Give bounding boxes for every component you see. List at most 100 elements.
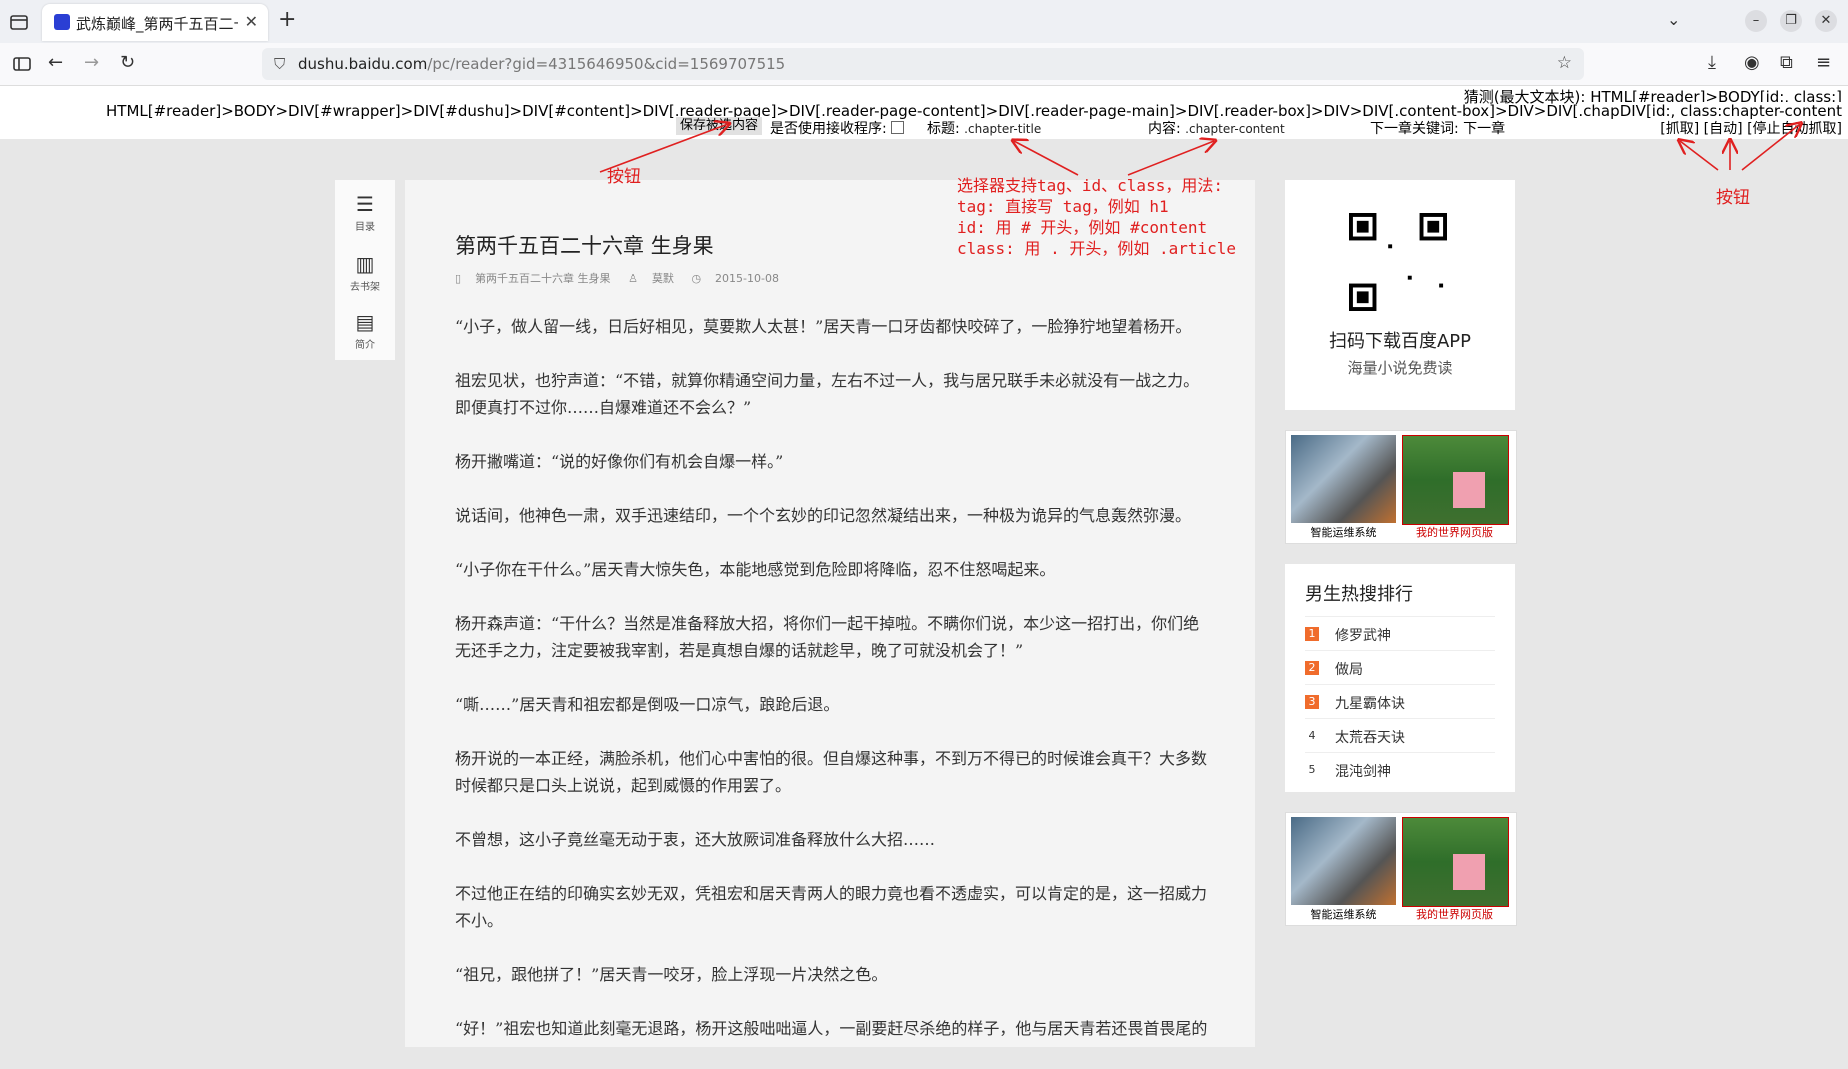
ranking-item[interactable]: 2 做局	[1305, 650, 1495, 685]
app-download-title: 扫码下载百度APP	[1328, 331, 1472, 352]
pig-icon	[1453, 472, 1485, 508]
account-icon[interactable]: ◉	[1744, 52, 1760, 73]
ad-caption-ops[interactable]: 智能运维系统	[1291, 906, 1396, 922]
sidebar-toggle-icon[interactable]	[12, 54, 32, 74]
ranking-book-name[interactable]: 混沌剑神	[1335, 761, 1391, 781]
app-download-card: 扫码下载百度APP 海量小说免费读	[1285, 180, 1515, 410]
annotation-button-right: 按钮	[1716, 188, 1750, 208]
downloads-icon[interactable]: ⤓	[1708, 52, 1716, 73]
tab-close-icon[interactable]: ✕	[245, 12, 258, 31]
chapter-paragraph: 祖宏见状，也狞声道：“不错，就算你精通空间力量，左右不过一人，我与居兄联手未必就…	[455, 371, 1200, 417]
reader-main: 第两千五百二十六章 生身果 ▯ 第两千五百二十六章 生身果 ♙ 莫默 ◷ 2015-1…	[405, 180, 1255, 1047]
ad-banner-2[interactable]: 智能运维系统 我的世界网页版	[1285, 812, 1517, 926]
next-chapter-keyword-group: 下一章关键词: 下一章	[1370, 121, 1506, 137]
menu-icon: ☰	[356, 192, 374, 216]
browser-nav-bar: ← → ↻ ⛉ dushu.baidu.com/pc/reader?gid=43…	[0, 43, 1848, 86]
tab-title: 武炼巅峰_第两千五百二十六章 生身果	[76, 15, 238, 33]
ranking-number: 4	[1308, 729, 1316, 742]
scraper-toolbar: 猜测(最大文本块): HTML[#reader]>BODY[id:, class…	[0, 86, 1848, 139]
book-icon: ▯	[455, 272, 462, 285]
chapter-paragraph: 不过他正在结的印确实玄妙无双，凭祖宏和居天青两人的眼力竟也看不透虚实，可以肯定的…	[455, 884, 1208, 930]
meta-chapter: 第两千五百二十六章 生身果	[475, 272, 611, 285]
use-receiver-option: 是否使用接收程序:	[770, 118, 905, 138]
title-selector-group: 标题: .chapter-title	[927, 121, 1042, 137]
app-download-subtitle: 海量小说免费读	[1347, 359, 1453, 377]
chapter-paragraph: “嘶……”居天青和祖宏都是倒吸一口凉气，踉跄后退。	[455, 695, 840, 714]
sidenav-item-intro[interactable]: ▤ 简介	[335, 310, 395, 351]
baidu-favicon-icon	[54, 14, 70, 30]
use-receiver-checkbox[interactable]	[891, 121, 905, 134]
pig-icon	[1453, 854, 1485, 890]
ranking-item[interactable]: 1 修罗武神	[1305, 616, 1495, 651]
ranking-number: 3	[1305, 695, 1319, 709]
title-selector-input[interactable]: .chapter-title	[964, 122, 1041, 136]
ranking-book-name[interactable]: 做局	[1335, 659, 1363, 679]
ranking-item[interactable]: 3 九星霸体诀	[1305, 684, 1495, 719]
intro-icon: ▤	[355, 310, 375, 334]
chapter-paragraph: “好！”祖宏也知道此刻毫无退路，杨开这般咄咄逼人，一副要赶尽杀绝的样子，他与居天…	[455, 1019, 1208, 1038]
bookmark-star-icon[interactable]: ☆	[1557, 53, 1572, 73]
ranking-item[interactable]: 5 混沌剑神	[1305, 752, 1495, 787]
ad-banner-1[interactable]: 智能运维系统 我的世界网页版	[1285, 430, 1517, 544]
content-selector-group: 内容: .chapter-content	[1148, 121, 1285, 137]
author-icon: ♙	[628, 272, 638, 285]
ranking-number: 2	[1305, 661, 1319, 675]
chapter-content: “小子，做人留一线，日后好相见，莫要欺人太甚！”居天青一口牙齿都快咬碎了，一脸狰…	[455, 313, 1210, 1069]
sidenav-item-catalog[interactable]: ☰ 目录	[335, 192, 395, 233]
chapter-paragraph: 杨开撇嘴道：“说的好像你们有机会自爆一样。”	[455, 452, 784, 471]
chapter-paragraph: 杨开森声道：“干什么？当然是准备释放大招，将你们一起干掉啦。不瞒你们说，本少这一…	[455, 614, 1200, 660]
forward-arrow-icon[interactable]: →	[84, 52, 99, 73]
annotation-selector-help: 选择器支持tag、id、class，用法: tag: 直接写 tag，例如 h1…	[957, 176, 1237, 258]
bookshelf-icon: ▥	[355, 252, 375, 276]
hot-ranking-card: 男生热搜排行 1 修罗武神 2 做局 3 九星霸体诀 4 太荒吞天诀 5 混沌剑神	[1285, 564, 1515, 792]
ad-image-operations[interactable]	[1291, 435, 1396, 523]
extensions-puzzle-icon[interactable]: ⧉	[1780, 52, 1793, 73]
back-arrow-icon[interactable]: ←	[48, 52, 63, 73]
reader-side-nav: ☰ 目录 ▥ 去书架 ▤ 简介	[335, 180, 395, 360]
chapter-paragraph: 不曾想，这小子竟丝毫无动于衷，还大放厥词准备释放什么大招……	[455, 830, 936, 849]
window-close-icon[interactable]: ✕	[1815, 10, 1837, 32]
save-selected-button[interactable]: 保存被选内容	[676, 117, 763, 135]
next-chapter-keyword-input[interactable]: 下一章	[1463, 121, 1505, 137]
tab-list-icon[interactable]	[8, 11, 30, 33]
reload-icon[interactable]: ↻	[120, 52, 135, 73]
chapter-paragraph: 杨开说的一本正经，满脸杀机，他们心中害怕的很。但自爆这种事，不到万不得已的时候谁…	[455, 749, 1208, 795]
new-tab-plus-icon[interactable]: +	[278, 7, 296, 32]
sidenav-item-bookshelf[interactable]: ▥ 去书架	[335, 252, 395, 293]
ranking-title: 男生热搜排行	[1305, 584, 1413, 605]
ranking-number: 5	[1308, 763, 1316, 776]
ad-caption-minecraft[interactable]: 我的世界网页版	[1402, 524, 1507, 540]
ranking-book-name[interactable]: 太荒吞天诀	[1335, 727, 1405, 747]
ad-caption-ops[interactable]: 智能运维系统	[1291, 524, 1396, 540]
chapter-paragraph: 说话间，他神色一肃，双手迅速结印，一个个玄妙的印记忽然凝结出来，一种极为诡异的气…	[455, 506, 1192, 525]
chapter-paragraph: “小子你在干什么。”居天青大惊失色，本能地感觉到危险即将降临，忍不住怒喝起来。	[455, 560, 1056, 579]
ranking-book-name[interactable]: 九星霸体诀	[1335, 693, 1405, 713]
chapter-title: 第两千五百二十六章 生身果	[455, 234, 714, 258]
ad-caption-minecraft[interactable]: 我的世界网页版	[1402, 906, 1507, 922]
browser-tab-bar: 武炼巅峰_第两千五百二十六章 生身果 ✕ + ⌄ – ❐ ✕	[0, 0, 1848, 43]
chapter-paragraph: “小子，做人留一线，日后好相见，莫要欺人太甚！”居天青一口牙齿都快咬碎了，一脸狰…	[455, 317, 1192, 336]
action-links: [抓取] [自动] [停止自动抓取]	[1660, 118, 1842, 138]
site-security-shield-icon[interactable]: ⛉	[274, 55, 285, 73]
annotation-button-left: 按钮	[607, 167, 641, 187]
ranking-item[interactable]: 4 太荒吞天诀	[1305, 718, 1495, 753]
ranking-book-name[interactable]: 修罗武神	[1335, 625, 1391, 645]
qr-code-icon[interactable]	[1349, 213, 1447, 311]
ad-image-operations[interactable]	[1291, 817, 1396, 905]
browser-tab-active[interactable]: 武炼巅峰_第两千五百二十六章 生身果 ✕	[42, 4, 268, 41]
meta-date: 2015-10-08	[715, 272, 779, 285]
tabs-dropdown-chevron-icon[interactable]: ⌄	[1667, 10, 1680, 29]
app-menu-hamburger-icon[interactable]: ≡	[1816, 52, 1831, 73]
window-minimize-icon[interactable]: –	[1745, 10, 1767, 32]
meta-author: 莫默	[651, 272, 674, 285]
window-restore-icon[interactable]: ❐	[1780, 10, 1802, 32]
url-text[interactable]: dushu.baidu.com/pc/reader?gid=4315646950…	[298, 55, 785, 73]
ad-image-minecraft[interactable]	[1402, 435, 1509, 525]
content-selector-input[interactable]: .chapter-content	[1185, 122, 1285, 136]
ad-image-minecraft[interactable]	[1402, 817, 1509, 907]
grab-button[interactable]: [抓取]	[1660, 121, 1699, 137]
auto-button[interactable]: [自动]	[1704, 121, 1743, 137]
chapter-meta: ▯ 第两千五百二十六章 生身果 ♙ 莫默 ◷ 2015-10-08	[455, 270, 793, 286]
url-bar[interactable]: ⛉ dushu.baidu.com/pc/reader?gid=43156469…	[262, 48, 1584, 80]
stop-auto-grab-button[interactable]: [停止自动抓取]	[1747, 121, 1842, 137]
